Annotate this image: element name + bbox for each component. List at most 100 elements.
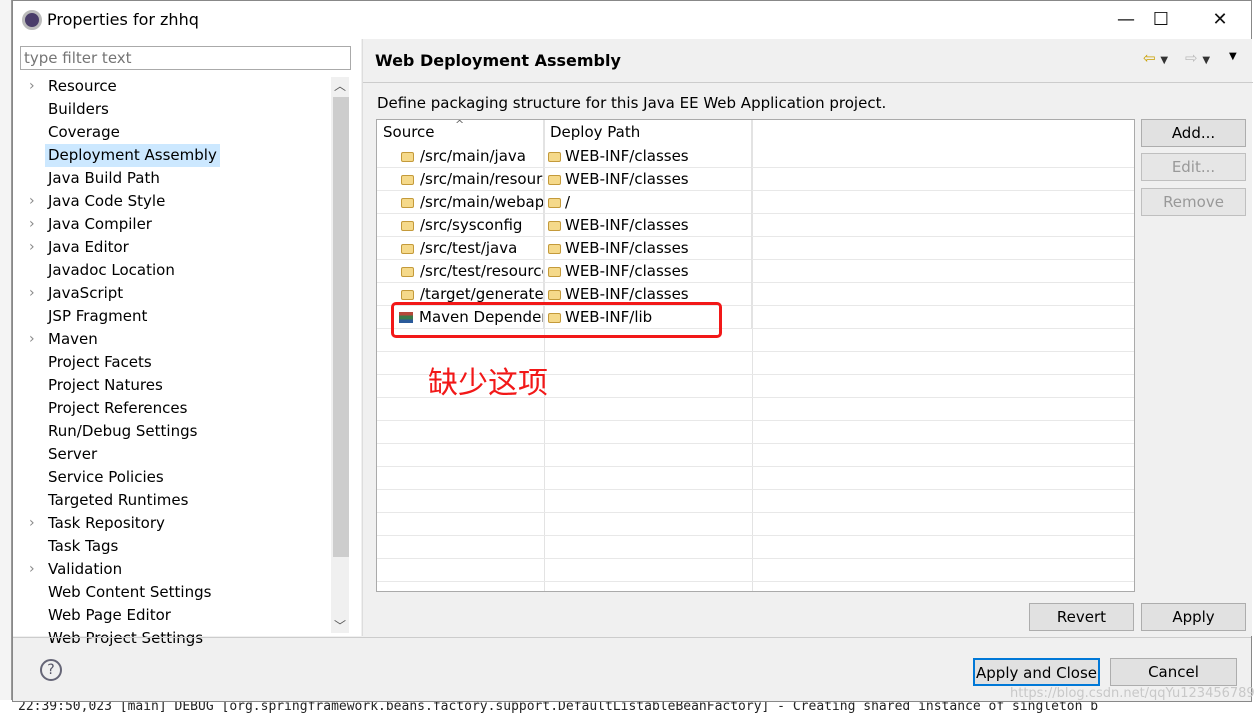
folder-icon [548,198,561,208]
tree-item[interactable]: Server [45,443,100,466]
deploy-path-cell: WEB-INF/classes [565,239,689,257]
empty-row [377,490,1134,513]
page-header: Web Deployment Assembly ⇦ ▼ ⇨ ▼ ▼ [363,39,1253,83]
chevron-right-icon[interactable]: › [29,328,39,351]
deploy-path-cell: WEB-INF/classes [565,285,689,303]
tree-item[interactable]: Validation [45,558,125,581]
property-tree-pane: › ResourceBuildersCoverageDeployment Asse… [13,39,361,647]
forward-arrow-icon[interactable]: ⇨ ▼ [1185,49,1210,67]
edit-button[interactable]: Edit... [1141,153,1246,181]
deployment-table: Source ^ Deploy Path /src/main/java WEB-IN… [376,119,1135,592]
chevron-right-icon[interactable]: › [29,512,39,535]
tree-item[interactable]: Run/Debug Settings [45,420,200,443]
divider [13,637,1251,638]
page-description: Define packaging structure for this Java… [377,94,887,112]
annotation-note: 缺少这项 [428,366,548,401]
folder-icon [548,267,561,277]
deploy-path-cell: WEB-INF/classes [565,170,689,188]
empty-row [377,582,1134,591]
tree-scrollbar[interactable]: ︿ ﹀ [331,77,349,633]
empty-row [377,467,1134,490]
tree-item[interactable]: JavaScript [45,282,126,305]
tree-item[interactable]: Web Page Editor [45,604,174,627]
deploy-path-cell: WEB-INF/classes [565,262,689,280]
empty-row [377,536,1134,559]
chevron-right-icon[interactable]: › [29,190,39,213]
title-bar: Properties for zhhq — ☐ ✕ [13,1,1251,39]
tree-item[interactable]: Java Editor [45,236,132,259]
apply-and-close-button[interactable]: Apply and Close [973,658,1100,686]
table-row[interactable]: /src/sysconfig WEB-INF/classes [377,214,1134,237]
empty-row [377,559,1134,582]
table-row[interactable]: /src/test/resources WEB-INF/classes [377,260,1134,283]
back-arrow-icon[interactable]: ⇦ ▼ [1143,49,1168,67]
chevron-right-icon[interactable]: › [29,213,39,236]
tree-item[interactable]: Builders [45,98,112,121]
folder-icon [548,175,561,185]
tree-item[interactable]: Project Facets [45,351,155,374]
scroll-up-icon[interactable]: ︿ [334,77,346,94]
maximize-button[interactable]: ☐ [1138,1,1184,39]
source-cell: /target/generated [420,285,544,303]
deploy-path-cell: / [565,193,571,211]
tree-item[interactable]: Coverage [45,121,123,144]
tree-item[interactable]: Service Policies [45,466,167,489]
folder-icon [401,267,414,277]
page-title: Web Deployment Assembly [375,51,621,70]
revert-button[interactable]: Revert [1029,603,1134,631]
scrollbar-thumb[interactable] [333,97,349,557]
tree-item[interactable]: Java Compiler [45,213,155,236]
chevron-right-icon[interactable]: › [29,558,39,581]
chevron-right-icon[interactable]: › [29,236,39,259]
folder-icon [401,221,414,231]
add-button[interactable]: Add... [1141,119,1246,147]
folder-icon [401,152,414,162]
column-header-deploy-path[interactable]: Deploy Path [544,120,752,145]
scroll-down-icon[interactable]: ﹀ [334,617,346,634]
tree-item[interactable]: JSP Fragment [45,305,150,328]
chevron-right-icon[interactable]: › [29,282,39,305]
tree-item[interactable]: Deployment Assembly [45,144,220,167]
tree-item[interactable]: Task Tags [45,535,121,558]
cancel-button[interactable]: Cancel [1110,658,1237,686]
sort-ascending-icon: ^ [455,119,465,131]
deploy-path-cell: WEB-INF/classes [565,147,689,165]
folder-icon [548,221,561,231]
table-row[interactable]: /src/main/webapp / [377,191,1134,214]
tree-item[interactable]: Web Content Settings [45,581,214,604]
table-row[interactable]: /src/test/java WEB-INF/classes [377,237,1134,260]
view-menu-icon[interactable]: ▼ [1229,51,1237,62]
tree-item[interactable]: Project Natures [45,374,166,397]
tree-item[interactable]: Task Repository [45,512,168,535]
watermark: https://blog.csdn.net/qqYu123456789 [1010,686,1255,701]
source-cell: /src/main/webapp [420,193,544,211]
close-button[interactable]: ✕ [1197,1,1243,39]
eclipse-icon [22,10,42,30]
source-cell: /src/main/resources [420,170,543,188]
help-icon[interactable]: ? [40,659,62,681]
tree-item[interactable]: Targeted Runtimes [45,489,191,512]
empty-row [377,421,1134,444]
folder-icon [548,244,561,254]
tree-item[interactable]: Resource [45,75,120,98]
tree-item[interactable]: Maven [45,328,101,351]
folder-icon [401,198,414,208]
tree-item[interactable]: Javadoc Location [45,259,178,282]
tree-item[interactable]: Project References [45,397,190,420]
column-header-source[interactable]: Source ^ [377,120,544,145]
source-cell: /src/test/java [420,239,518,257]
tree-item[interactable]: Java Code Style [45,190,168,213]
chevron-right-icon[interactable]: › [29,75,39,98]
empty-row [377,444,1134,467]
table-row[interactable]: /src/main/resources WEB-INF/classes [377,168,1134,191]
folder-icon [548,290,561,300]
filter-input[interactable] [20,46,351,70]
window-title: Properties for zhhq [47,10,199,29]
table-row[interactable]: /src/main/java WEB-INF/classes [377,145,1134,168]
tree-item[interactable]: Web Project Settings [45,627,206,650]
folder-icon [401,244,414,254]
tree-item[interactable]: Java Build Path [45,167,163,190]
apply-button[interactable]: Apply [1141,603,1246,631]
remove-button[interactable]: Remove [1141,188,1246,216]
source-cell: /src/test/resources [420,262,543,280]
